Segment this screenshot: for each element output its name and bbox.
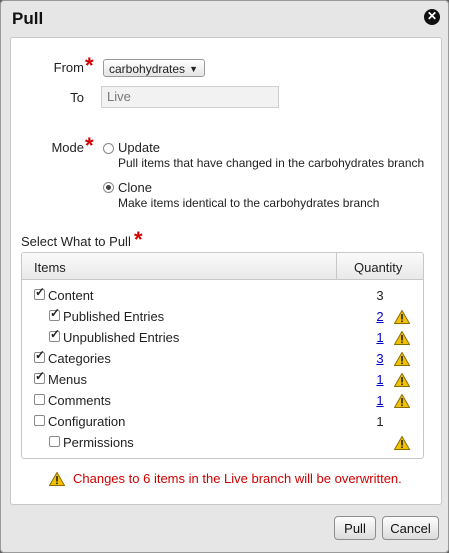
column-header-items: Items [34, 260, 66, 275]
dropdown-arrow-icon: ▼ [189, 64, 198, 74]
from-branch-value: carbohydrates [109, 62, 186, 76]
item-label-menus: Menus [48, 372, 88, 387]
mode-clone-description: Make items identical to the carbohydrate… [118, 196, 380, 210]
items-table: Items Quantity Content 3 Published Entri… [21, 252, 424, 459]
quantity-link-unpublished-entries[interactable]: 1 [373, 330, 387, 345]
to-label: To [70, 90, 84, 105]
checkbox-comments[interactable] [34, 394, 45, 405]
item-label-comments: Comments [48, 393, 111, 408]
to-branch-field: Live [101, 86, 279, 108]
checkbox-categories[interactable] [34, 348, 45, 363]
dialog-title: Pull [12, 9, 44, 28]
item-label-categories: Categories [48, 351, 111, 366]
pull-button[interactable]: Pull [334, 516, 376, 540]
close-icon[interactable]: ✕ [424, 9, 440, 25]
item-label-published-entries: Published Entries [63, 309, 165, 324]
warning-icon [394, 394, 410, 408]
checkbox-configuration[interactable] [34, 415, 45, 426]
quantity-link-comments[interactable]: 1 [373, 393, 387, 408]
item-label-permissions: Permissions [63, 435, 134, 450]
mode-label: Mode [51, 140, 84, 155]
mode-clone-radio[interactable] [103, 182, 114, 193]
required-mark-from: * [85, 53, 94, 78]
warning-icon [394, 352, 410, 366]
checkbox-menus[interactable] [34, 369, 45, 384]
quantity-link-published-entries[interactable]: 2 [373, 309, 387, 324]
pull-dialog: Pull ✕ From * carbohydrates ▼ To Live Mo… [0, 0, 449, 553]
dialog-body: From * carbohydrates ▼ To Live Mode * Up… [10, 37, 442, 505]
quantity-configuration: 1 [376, 414, 384, 429]
mode-update-label: Update [118, 140, 160, 155]
checkbox-content[interactable] [34, 285, 45, 300]
cancel-button[interactable]: Cancel [382, 516, 439, 540]
mode-update-radio[interactable] [103, 143, 114, 154]
quantity-content: 3 [376, 288, 384, 303]
quantity-link-menus[interactable]: 1 [373, 372, 387, 387]
from-branch-select[interactable]: carbohydrates ▼ [103, 59, 205, 77]
quantity-link-categories[interactable]: 3 [373, 351, 387, 366]
column-divider [336, 253, 337, 279]
overwrite-warning-text: Changes to 6 items in the Live branch wi… [73, 471, 402, 486]
warning-icon [394, 436, 410, 450]
required-mark-mode: * [85, 133, 94, 158]
column-header-quantity: Quantity [354, 260, 403, 275]
warning-icon [49, 472, 65, 486]
checkbox-unpublished-entries[interactable] [49, 327, 60, 342]
select-what-to-pull-label: Select What to Pull [21, 234, 131, 249]
item-label-unpublished-entries: Unpublished Entries [63, 330, 180, 345]
checkbox-permissions[interactable] [49, 436, 60, 447]
item-label-content: Content [48, 288, 94, 303]
warning-icon [394, 310, 410, 324]
mode-update-description: Pull items that have changed in the carb… [118, 156, 425, 170]
required-mark-select: * [134, 227, 143, 252]
item-label-configuration: Configuration [48, 414, 126, 429]
mode-clone-label: Clone [118, 180, 152, 195]
from-label: From [53, 60, 84, 75]
table-header: Items Quantity [22, 253, 423, 280]
warning-icon [394, 373, 410, 387]
warning-icon [394, 331, 410, 345]
checkbox-published-entries[interactable] [49, 306, 60, 321]
